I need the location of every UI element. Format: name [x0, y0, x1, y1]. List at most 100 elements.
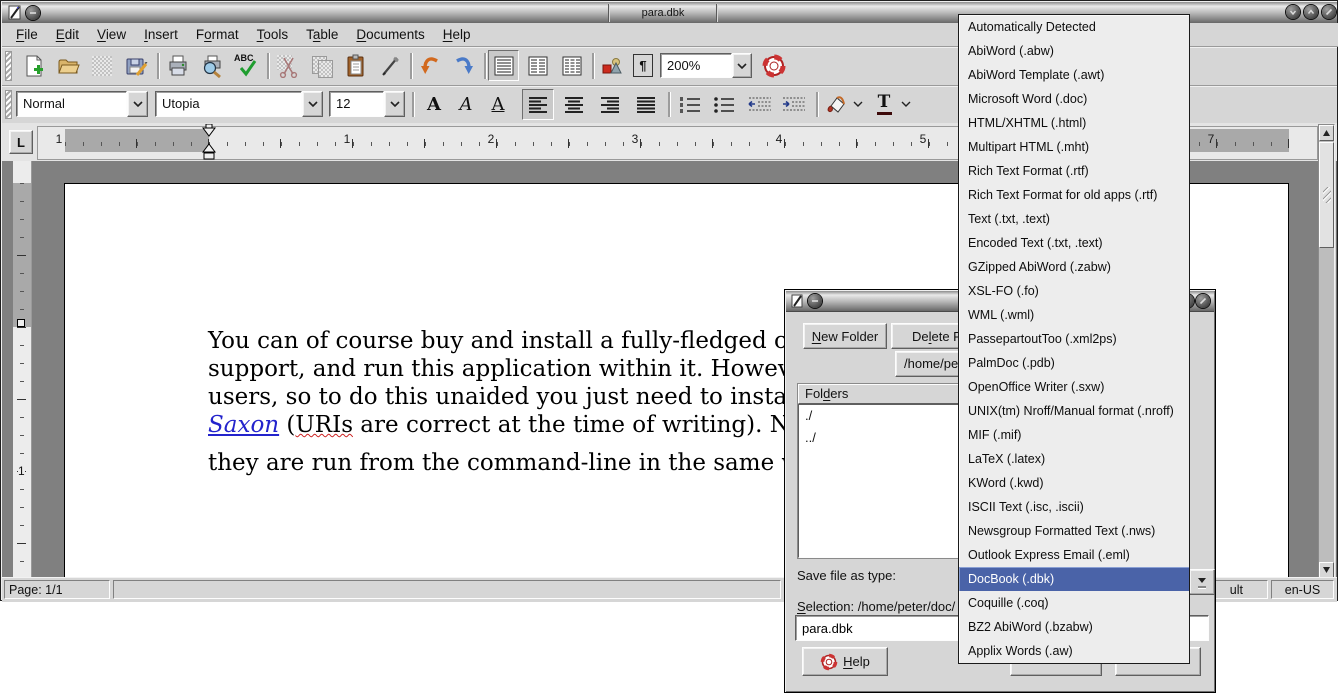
paste-button[interactable]: [340, 51, 372, 81]
tab-stop-selector[interactable]: L: [9, 130, 33, 154]
filetype-option[interactable]: Newsgroup Formatted Text (.nws): [959, 519, 1189, 543]
align-right-button[interactable]: [594, 89, 626, 120]
print-preview-button[interactable]: [196, 51, 228, 81]
vertical-scrollbar[interactable]: [1318, 124, 1335, 579]
left-indent-marker[interactable]: [202, 143, 216, 161]
filetype-option[interactable]: PassepartoutToo (.xml2ps): [959, 327, 1189, 351]
scrollbar-thumb[interactable]: [1319, 142, 1334, 248]
style-dropdown-button[interactable]: [127, 91, 148, 117]
new-folder-button[interactable]: New Folder: [803, 323, 887, 349]
font-dropdown-button[interactable]: [302, 91, 323, 117]
stylus-button[interactable]: [374, 51, 406, 81]
filetype-option[interactable]: ISCII Text (.isc, .iscii): [959, 495, 1189, 519]
decrease-indent-button[interactable]: [744, 90, 776, 119]
save-as-button[interactable]: [120, 51, 152, 81]
window-menu-button[interactable]: [26, 6, 40, 20]
filetype-option[interactable]: UNIX(tm) Nroff/Manual format (.nroff): [959, 399, 1189, 423]
doc-line-5: they are run from the command-line in th…: [208, 449, 828, 477]
first-line-indent-marker[interactable]: [202, 124, 216, 138]
filetype-option[interactable]: Rich Text Format for old apps (.rtf): [959, 183, 1189, 207]
menu-insert[interactable]: Insert: [144, 27, 178, 42]
filetype-option[interactable]: HTML/XHTML (.html): [959, 111, 1189, 135]
filetype-option[interactable]: Automatically Detected: [959, 15, 1189, 39]
filetype-option[interactable]: Text (.txt, .text): [959, 207, 1189, 231]
view-one-column-button[interactable]: [488, 50, 519, 81]
language-indicator[interactable]: en-US: [1271, 580, 1334, 599]
numbered-list-button[interactable]: [674, 90, 706, 119]
filetype-combo-button[interactable]: [1189, 569, 1215, 595]
bulleted-list-button[interactable]: [708, 90, 740, 119]
filetype-option[interactable]: Applix Words (.aw): [959, 639, 1189, 663]
filetype-option[interactable]: Microsoft Word (.doc): [959, 87, 1189, 111]
filetype-option[interactable]: PalmDoc (.pdb): [959, 351, 1189, 375]
show-paragraphs-toggle[interactable]: ¶: [632, 53, 654, 78]
open-document-button[interactable]: [52, 51, 84, 81]
close-button[interactable]: [1322, 5, 1336, 19]
style-combobox[interactable]: Normal: [16, 91, 127, 117]
highlight-color-dropdown[interactable]: [850, 94, 866, 114]
insert-object-button[interactable]: [596, 51, 628, 81]
align-center-button[interactable]: [558, 89, 590, 120]
filetype-option[interactable]: AbiWord (.abw): [959, 39, 1189, 63]
font-combobox[interactable]: Utopia: [155, 91, 302, 117]
filetype-option[interactable]: Outlook Express Email (.eml): [959, 543, 1189, 567]
font-color-dropdown[interactable]: [898, 94, 914, 114]
scroll-down-button[interactable]: [1319, 562, 1334, 578]
top-margin-marker[interactable]: [17, 319, 25, 327]
menu-tools[interactable]: Tools: [257, 27, 289, 42]
filetype-option[interactable]: MIF (.mif): [959, 423, 1189, 447]
dialog-help-button[interactable]: Help: [802, 647, 888, 676]
filetype-option[interactable]: Encoded Text (.txt, .text): [959, 231, 1189, 255]
menu-help[interactable]: Help: [443, 27, 471, 42]
toolbar-drag-handle[interactable]: [5, 51, 12, 81]
spellcheck-button[interactable]: ABC: [230, 51, 262, 81]
align-justify-button[interactable]: [630, 89, 662, 120]
redo-button[interactable]: [448, 51, 480, 81]
dialog-window-menu-button[interactable]: [808, 294, 822, 308]
maximize-button[interactable]: [1304, 5, 1318, 19]
vertical-ruler[interactable]: 1: [13, 161, 32, 577]
filetype-option[interactable]: XSL-FO (.fo): [959, 279, 1189, 303]
menu-documents[interactable]: Documents: [356, 27, 424, 42]
print-button[interactable]: [162, 51, 194, 81]
italic-button[interactable]: A: [452, 90, 480, 119]
zoom-combobox[interactable]: 200%: [660, 53, 732, 78]
filetype-option[interactable]: GZipped AbiWord (.zabw): [959, 255, 1189, 279]
align-left-button[interactable]: [522, 89, 554, 120]
new-document-button[interactable]: [18, 51, 50, 81]
filetype-option[interactable]: AbiWord Template (.awt): [959, 63, 1189, 87]
filetype-option[interactable]: KWord (.kwd): [959, 471, 1189, 495]
filetype-option[interactable]: BZ2 AbiWord (.bzabw): [959, 615, 1189, 639]
undo-button[interactable]: [414, 51, 446, 81]
highlight-color-button[interactable]: [822, 90, 850, 119]
menu-format[interactable]: Format: [196, 27, 239, 42]
toolbar-drag-handle[interactable]: [5, 90, 12, 119]
scroll-up-button[interactable]: [1319, 125, 1334, 141]
help-button[interactable]: [758, 51, 790, 81]
saxon-hyperlink[interactable]: Saxon: [208, 412, 279, 438]
zoom-dropdown-button[interactable]: [732, 53, 752, 78]
dialog-close-button[interactable]: [1196, 294, 1210, 308]
view-two-column-button[interactable]: [522, 50, 553, 81]
filetype-option[interactable]: WML (.wml): [959, 303, 1189, 327]
size-combobox[interactable]: 12: [329, 91, 384, 117]
increase-indent-button[interactable]: [778, 90, 810, 119]
view-three-column-button[interactable]: [556, 50, 587, 81]
arrow-down-icon: [1322, 566, 1331, 574]
menu-edit[interactable]: Edit: [56, 27, 79, 42]
filetype-option[interactable]: LaTeX (.latex): [959, 447, 1189, 471]
bold-button[interactable]: A: [420, 90, 448, 119]
font-color-button[interactable]: T: [870, 90, 898, 119]
menu-table[interactable]: Table: [306, 27, 338, 42]
menu-view[interactable]: View: [97, 27, 126, 42]
filetype-option-selected[interactable]: DocBook (.dbk): [959, 567, 1189, 591]
menu-file[interactable]: File: [16, 27, 38, 42]
underline-button[interactable]: A: [484, 90, 512, 119]
minimize-button[interactable]: [1286, 5, 1300, 19]
toolbar-separator: [816, 92, 818, 117]
filetype-option[interactable]: Rich Text Format (.rtf): [959, 159, 1189, 183]
filetype-option[interactable]: OpenOffice Writer (.sxw): [959, 375, 1189, 399]
size-dropdown-button[interactable]: [384, 91, 405, 117]
filetype-option[interactable]: Coquille (.coq): [959, 591, 1189, 615]
filetype-option[interactable]: Multipart HTML (.mht): [959, 135, 1189, 159]
